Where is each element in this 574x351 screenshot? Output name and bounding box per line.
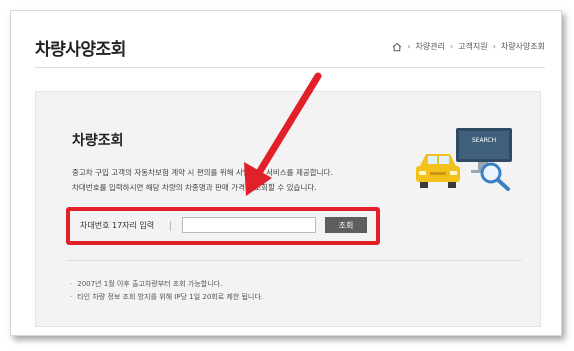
vehicle-lookup-panel: 차량조회 중고차 구입 고객의 자동차보험 계약 시 편의를 위해 사양조회 서… — [35, 91, 541, 327]
description-line: 중고차 구입 고객의 자동차보험 계약 시 편의를 위해 사양조회 서비스를 제… — [72, 168, 333, 177]
car-icon — [416, 154, 460, 188]
description-line: 차대번호를 입력하시면 해당 차량의 차종명과 판매 가격을 조회할 수 있습니… — [72, 183, 317, 192]
vin-input-label: 차대번호 17자리 입력 — [80, 221, 155, 230]
monitor-screen-text: SEARCH — [472, 137, 496, 144]
breadcrumb-separator: › — [407, 42, 411, 51]
section-description: 중고차 구입 고객의 자동차보험 계약 시 편의를 위해 사양조회 서비스를 제… — [72, 165, 333, 195]
header-divider — [35, 67, 545, 68]
breadcrumb-item-customer-support[interactable]: 고객지원 — [458, 41, 487, 52]
notice-item: 타인 차량 정보 조회 방지를 위해 IP당 1일 20회로 제한 됩니다. — [70, 291, 263, 304]
breadcrumb-item-vehicle-management[interactable]: 차량관리 — [416, 41, 445, 52]
breadcrumb-item-spec-lookup[interactable]: 차량사양조회 — [501, 41, 545, 52]
panel-divider — [66, 260, 522, 261]
label-divider — [170, 221, 171, 231]
notice-item: 2007년 1월 이후 출고차량부터 조회 가능합니다. — [70, 278, 263, 291]
notice-list: 2007년 1월 이후 출고차량부터 조회 가능합니다. 타인 차량 정보 조회… — [70, 278, 263, 304]
search-illustration: SEARCH — [416, 126, 516, 196]
magnifier-icon — [480, 162, 510, 191]
vin-input[interactable] — [182, 217, 316, 233]
breadcrumb: › 차량관리 › 고객지원 › 차량사양조회 — [392, 41, 545, 52]
lookup-button[interactable]: 조회 — [325, 217, 367, 233]
page-title: 차량사양조회 — [35, 40, 126, 60]
breadcrumb-separator: › — [449, 42, 454, 51]
section-title: 차량조회 — [72, 133, 124, 149]
home-icon[interactable] — [392, 42, 402, 52]
page-frame: 차량사양조회 › 차량관리 › 고객지원 › 차량사양조회 차량조회 중고차 구… — [10, 10, 562, 336]
vin-search-form: 차대번호 17자리 입력 조회 — [66, 207, 380, 245]
breadcrumb-separator: › — [492, 42, 496, 51]
